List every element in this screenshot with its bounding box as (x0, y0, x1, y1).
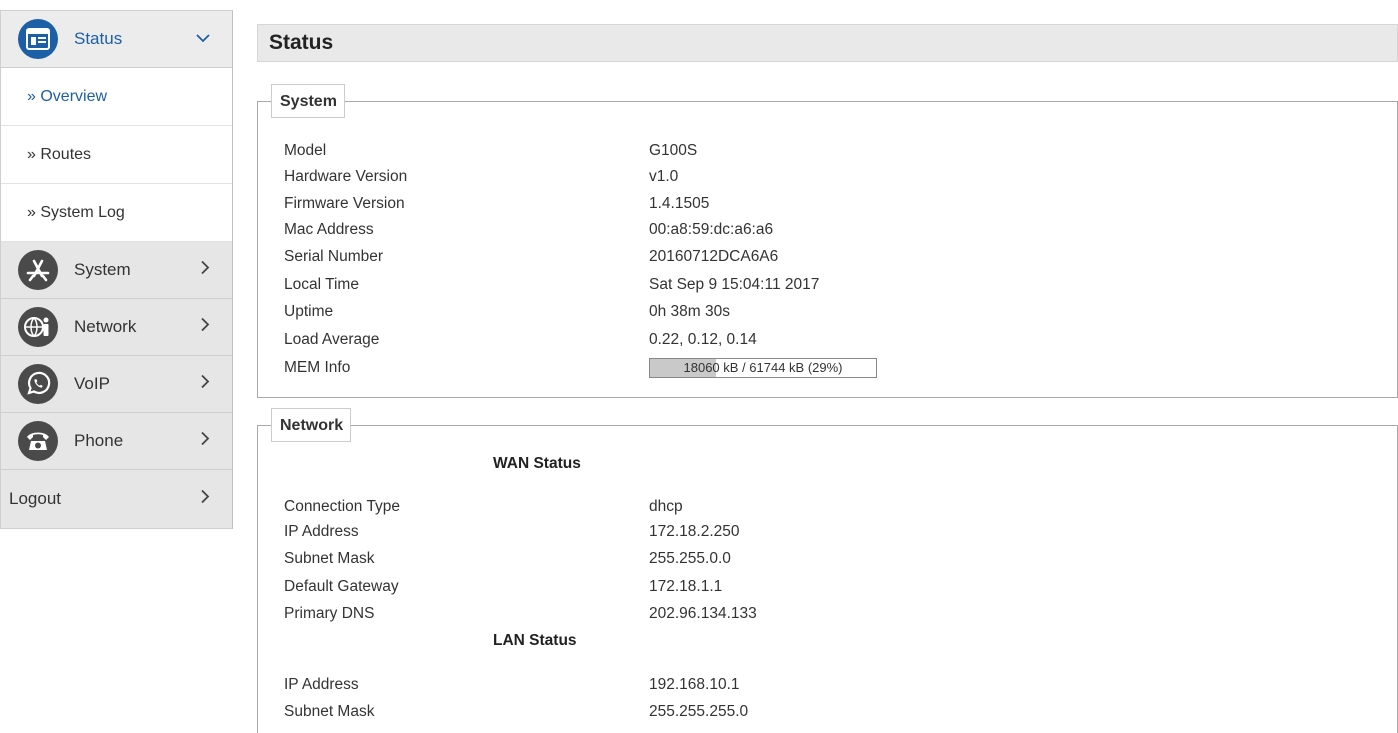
wan-status-heading: WAN Status (493, 455, 581, 472)
sidebar: Status » Overview » Routes » System Log … (0, 10, 233, 529)
nav-phone-label: Phone (74, 431, 124, 450)
info-label: MEM Info (284, 359, 351, 376)
info-label: Default Gateway (284, 578, 399, 595)
nav-network[interactable]: Network (1, 299, 232, 356)
info-value: 172.18.2.250 (649, 523, 740, 540)
nav-network-label: Network (74, 317, 137, 336)
info-value: 20160712DCA6A6 (649, 248, 779, 265)
nav-logout[interactable]: Logout (1, 470, 232, 528)
info-label: Model (284, 142, 327, 159)
page-title: Status (269, 31, 334, 54)
info-label: Local Time (284, 276, 359, 293)
network-legend: Network (271, 408, 352, 442)
chevron-right-icon (201, 374, 210, 394)
info-label: Uptime (284, 303, 334, 320)
memory-usage-text: 18060 kB / 61744 kB (29%) (683, 360, 843, 375)
lan-status-heading: LAN Status (493, 632, 577, 649)
nav-voip[interactable]: VoIP (1, 356, 232, 413)
info-label: Load Average (284, 331, 380, 348)
info-label: IP Address (284, 523, 359, 540)
info-value: 202.96.134.133 (649, 605, 757, 622)
whatsapp-phone-icon (18, 364, 58, 404)
status-window-icon (18, 19, 58, 59)
info-label: Hardware Version (284, 168, 408, 185)
sidebar-item-overview[interactable]: » Overview (1, 68, 232, 126)
sidebar-item-routes[interactable]: » Routes (1, 126, 232, 184)
chevron-right-icon (201, 317, 210, 337)
memory-usage-bar: 18060 kB / 61744 kB (29%) (649, 358, 877, 378)
info-value: 0h 38m 30s (649, 303, 730, 320)
sidebar-item-system-log[interactable]: » System Log (1, 184, 232, 242)
info-label: IP Address (284, 676, 359, 693)
info-value: 255.255.255.0 (649, 703, 749, 720)
info-label: Subnet Mask (284, 550, 375, 567)
page-title-bar: Status (257, 24, 1398, 62)
nav-system[interactable]: System (1, 242, 232, 299)
info-value: 1.4.1505 (649, 195, 710, 212)
nav-status[interactable]: Status (1, 11, 232, 68)
chevron-right-icon (201, 260, 210, 280)
info-label: Connection Type (284, 498, 401, 515)
nav-phone[interactable]: Phone (1, 413, 232, 470)
chevron-down-icon (196, 30, 210, 48)
info-row: MEM Info 18060 kB / 61744 kB (29%) (284, 357, 984, 379)
nav-system-label: System (74, 260, 131, 279)
info-value: 0.22, 0.12, 0.14 (649, 331, 757, 348)
info-value: 192.168.10.1 (649, 676, 740, 693)
system-section: System Model G100S Hardware Version v1.0… (257, 84, 1398, 398)
info-value: dhcp (649, 498, 683, 515)
info-value: 00:a8:59:dc:a6:a6 (649, 221, 774, 238)
telephone-icon (18, 421, 58, 461)
nav-voip-label: VoIP (74, 374, 110, 393)
nav-logout-label: Logout (9, 489, 61, 508)
globe-info-icon (18, 307, 58, 347)
info-value: 172.18.1.1 (649, 578, 723, 595)
info-label: Primary DNS (284, 605, 375, 622)
info-value: v1.0 (649, 168, 679, 185)
app-store-icon (18, 250, 58, 290)
info-value: 255.255.0.0 (649, 550, 731, 567)
network-section: Network WAN Status Connection Type dhcp … (257, 408, 1398, 733)
info-label: Serial Number (284, 248, 384, 265)
nav-status-label: Status (74, 29, 123, 48)
info-label: Firmware Version (284, 195, 405, 212)
info-label: Subnet Mask (284, 703, 375, 720)
info-value: Sat Sep 9 15:04:11 2017 (649, 276, 820, 293)
system-legend: System (271, 84, 345, 118)
chevron-right-icon (201, 489, 210, 509)
chevron-right-icon (201, 431, 210, 451)
info-value: G100S (649, 142, 698, 159)
info-label: Mac Address (284, 221, 374, 238)
